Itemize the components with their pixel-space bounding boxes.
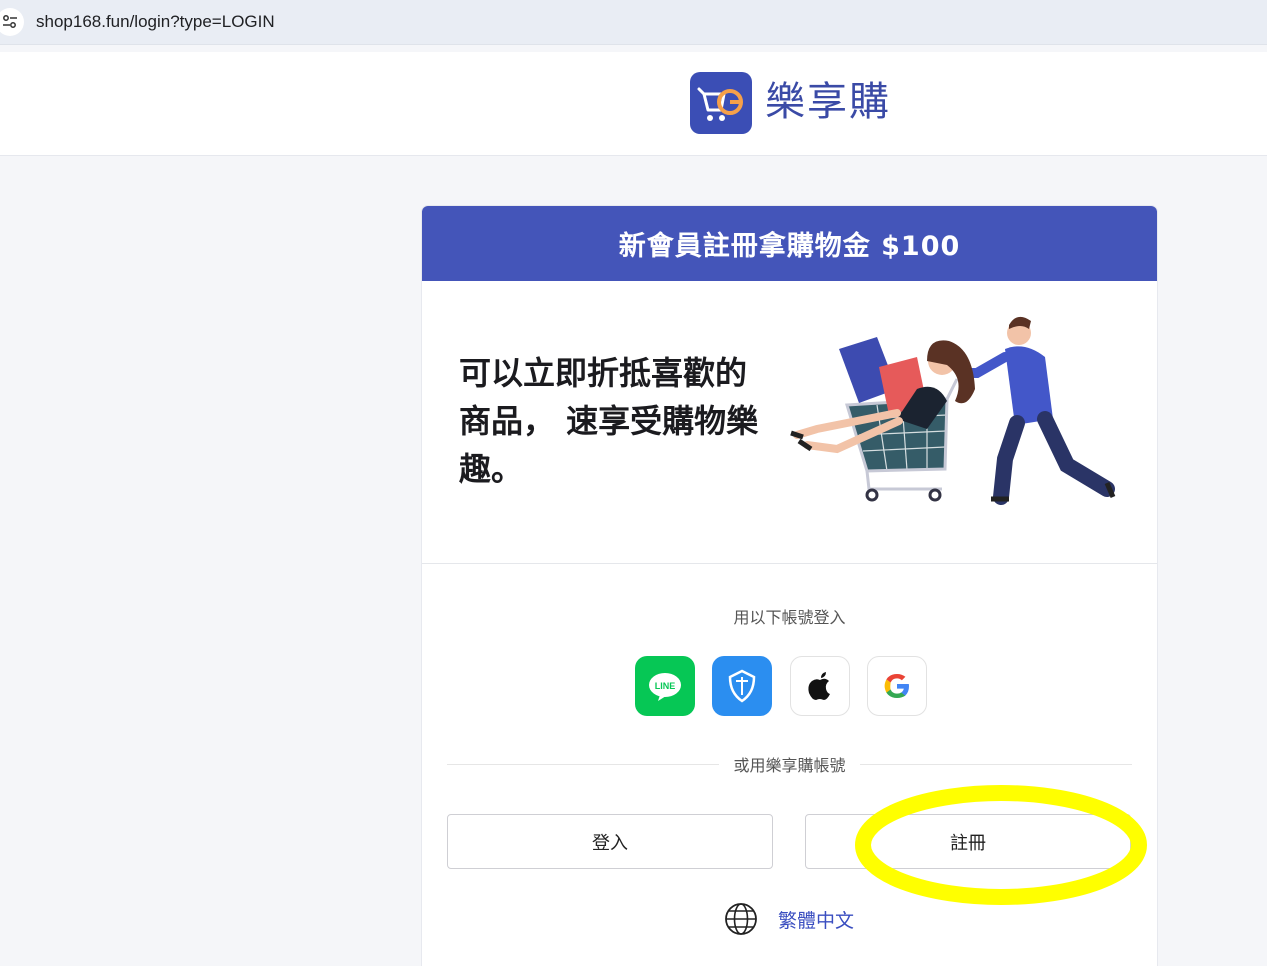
login-with-label: 用以下帳號登入 bbox=[733, 608, 846, 627]
login-button[interactable]: 登入 bbox=[447, 814, 773, 869]
tune-icon[interactable] bbox=[0, 8, 24, 36]
url-text[interactable]: shop168.fun/login?type=LOGIN bbox=[36, 12, 275, 32]
line-login-button[interactable]: LINE bbox=[635, 656, 695, 716]
shield-icon bbox=[728, 669, 756, 703]
hero-section: 可以立即折抵喜歡的商品， 速享受購物樂趣。 bbox=[422, 281, 1157, 564]
line-icon: LINE bbox=[649, 673, 681, 701]
language-selector[interactable]: 繁體中文 bbox=[724, 902, 854, 936]
language-label[interactable]: 繁體中文 bbox=[778, 906, 854, 933]
register-button[interactable]: 註冊 bbox=[805, 814, 1131, 869]
promo-banner: 新會員註冊拿購物金 $100 bbox=[422, 206, 1157, 281]
line-icon-label: LINE bbox=[655, 681, 676, 691]
site-header: 樂享購 bbox=[0, 52, 1267, 156]
apple-icon bbox=[808, 672, 830, 700]
or-label-wrapper: 或用樂享購帳號 bbox=[422, 752, 1157, 776]
apple-login-button[interactable] bbox=[790, 656, 850, 716]
shield-login-button[interactable] bbox=[712, 656, 772, 716]
hero-text: 可以立即折抵喜歡的商品， 速享受購物樂趣。 bbox=[459, 354, 759, 488]
google-icon bbox=[884, 674, 909, 698]
browser-address-bar[interactable]: shop168.fun/login?type=LOGIN bbox=[0, 0, 1267, 45]
go-cart-logo-icon[interactable] bbox=[690, 72, 752, 134]
google-login-button[interactable] bbox=[867, 656, 927, 716]
brand-name: 樂享購 bbox=[765, 79, 891, 125]
login-card: 新會員註冊拿購物金 $100 可以立即折抵喜歡的商品， 速享受購物樂趣。 用以下… bbox=[422, 206, 1157, 966]
shopping-cart-illustration bbox=[790, 316, 1116, 505]
globe-icon bbox=[725, 903, 757, 935]
or-label: 或用樂享購帳號 bbox=[719, 756, 860, 775]
